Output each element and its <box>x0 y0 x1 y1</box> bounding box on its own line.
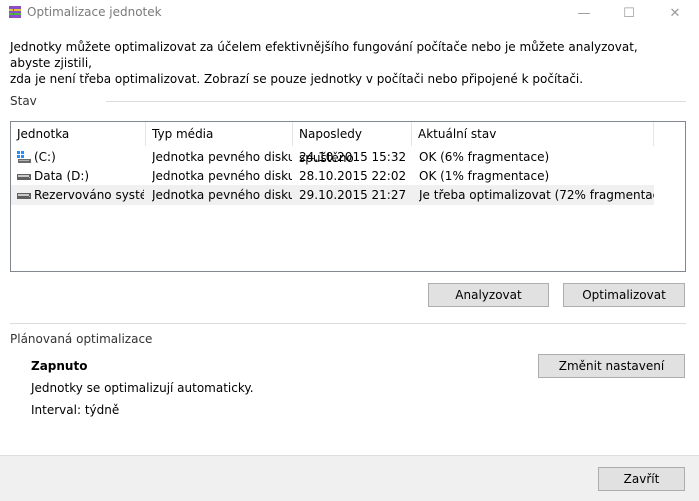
analyze-button[interactable]: Analyzovat <box>428 283 549 307</box>
maximize-button[interactable]: ☐ <box>606 0 652 26</box>
close-icon: ✕ <box>669 5 681 21</box>
drive-list[interactable]: Jednotka Typ média Naposledy spuštěno Ak… <box>10 121 686 272</box>
change-settings-button[interactable]: Změnit nastavení <box>538 354 685 378</box>
maximize-icon: ☐ <box>623 5 635 21</box>
hard-drive-icon <box>17 193 31 199</box>
drive-state: Je třeba optimalizovat (72% fragmentace) <box>419 188 654 202</box>
minimize-button[interactable]: — <box>561 0 607 26</box>
title-bar: Optimalizace jednotek — ☐ ✕ <box>0 0 699 26</box>
window-title: Optimalizace jednotek <box>27 5 162 19</box>
hard-drive-icon <box>17 174 31 180</box>
drive-state: OK (1% fragmentace) <box>419 169 550 183</box>
column-header-last-run[interactable]: Naposledy spuštěno <box>293 122 412 165</box>
drive-row[interactable]: (C:) Jednotka pevného disku 24.10.2015 1… <box>11 147 654 167</box>
schedule-status: Zapnuto <box>31 359 88 373</box>
drive-name: (C:) <box>34 150 56 164</box>
drive-media: Jednotka pevného disku <box>152 150 292 164</box>
drive-state: OK (6% fragmentace) <box>419 150 550 164</box>
schedule-description: Jednotky se optimalizují automaticky. <box>31 381 254 395</box>
intro-text: Jednotky můžete optimalizovat za účelem … <box>10 39 680 87</box>
schedule-separator <box>10 323 686 324</box>
close-button[interactable]: Zavřít <box>598 467 685 491</box>
drive-last-run: 28.10.2015 22:02 <box>299 169 407 183</box>
schedule-interval: Interval: týdně <box>31 403 120 417</box>
optimize-button[interactable]: Optimalizovat <box>563 283 685 307</box>
drive-media: Jednotka pevného disku <box>152 169 292 183</box>
column-header-state[interactable]: Aktuální stav <box>412 122 654 146</box>
drive-name: Data (D:) <box>34 169 90 183</box>
drive-row[interactable]: Data (D:) Jednotka pevného disku 28.10.2… <box>11 166 654 186</box>
drive-name: Rezervováno systé... <box>34 188 144 202</box>
app-icon <box>9 6 21 18</box>
drive-list-header: Jednotka Typ média Naposledy spuštěno Ak… <box>11 122 685 165</box>
schedule-section-label: Plánovaná optimalizace <box>10 332 153 346</box>
column-header-media[interactable]: Typ média <box>146 122 293 146</box>
drive-last-run: 29.10.2015 21:27 <box>299 188 407 202</box>
intro-line-2: zda je není třeba optimalizovat. Zobrazí… <box>10 72 584 86</box>
status-section-label: Stav <box>10 94 37 108</box>
intro-line-1: Jednotky můžete optimalizovat za účelem … <box>10 40 638 70</box>
windows-drive-icon <box>17 151 31 163</box>
dialog-footer: Zavřít <box>0 455 699 501</box>
drive-last-run: 24.10.2015 15:32 <box>299 150 407 164</box>
minimize-icon: — <box>577 5 591 21</box>
drive-media: Jednotka pevného disku <box>152 188 292 202</box>
column-header-drive[interactable]: Jednotka <box>11 122 146 146</box>
close-window-button[interactable]: ✕ <box>652 0 698 26</box>
drive-row[interactable]: Rezervováno systé... Jednotka pevného di… <box>11 185 654 205</box>
status-separator <box>106 101 686 102</box>
